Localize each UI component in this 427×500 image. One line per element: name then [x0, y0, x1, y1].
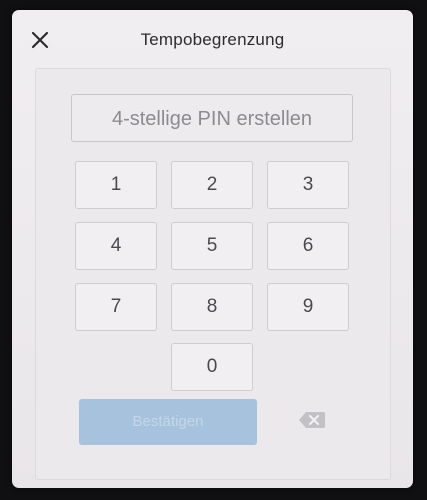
keypad-key-4[interactable]: 4 [75, 222, 157, 270]
dialog-title: Tempobegrenzung [140, 30, 285, 49]
pin-input[interactable]: 4-stellige PIN erstellen [71, 94, 353, 142]
keypad-key-7[interactable]: 7 [75, 283, 157, 331]
keypad-key-5[interactable]: 5 [171, 222, 253, 270]
keypad-key-9[interactable]: 9 [267, 283, 349, 331]
keypad-key-6[interactable]: 6 [267, 222, 349, 270]
keypad-key-2[interactable]: 2 [171, 161, 253, 209]
keypad-key-3[interactable]: 3 [267, 161, 349, 209]
confirm-button[interactable]: Bestätigen [79, 399, 257, 445]
keypad-key-8[interactable]: 8 [171, 283, 253, 331]
speed-limit-pin-dialog: Tempobegrenzung 4-stellige PIN erstellen… [12, 10, 413, 488]
keypad-key-0[interactable]: 0 [171, 343, 253, 391]
keypad-key-1[interactable]: 1 [75, 161, 157, 209]
backspace-icon[interactable] [298, 410, 326, 430]
pin-panel: 4-stellige PIN erstellen 1 2 3 4 5 6 7 8… [35, 68, 391, 480]
